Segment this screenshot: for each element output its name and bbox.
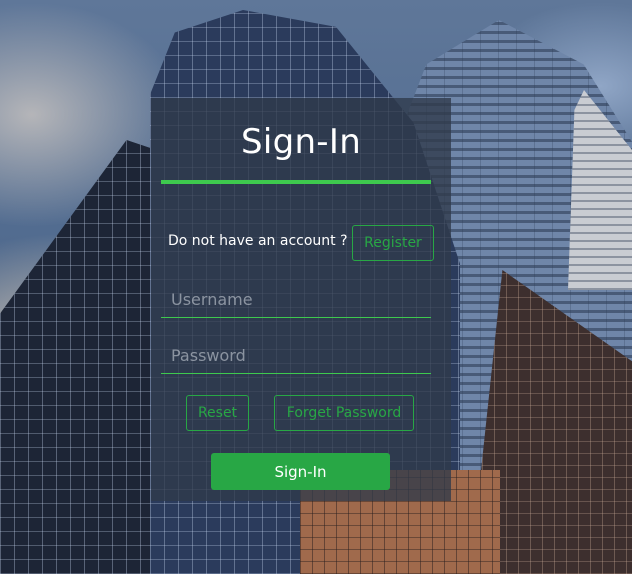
username-input[interactable] (161, 282, 431, 318)
login-page: Sign-In Do not have an account ? Registe… (0, 0, 632, 574)
sign-in-panel: Sign-In Do not have an account ? Registe… (151, 98, 451, 501)
register-button[interactable]: Register (352, 225, 434, 261)
title-divider (161, 180, 431, 184)
sign-in-button[interactable]: Sign-In (211, 453, 390, 490)
page-title: Sign-In (240, 122, 362, 162)
password-input[interactable] (161, 338, 431, 374)
forget-password-button[interactable]: Forget Password (274, 395, 414, 431)
reset-button[interactable]: Reset (186, 395, 249, 431)
account-prompt: Do not have an account ? (168, 233, 348, 249)
